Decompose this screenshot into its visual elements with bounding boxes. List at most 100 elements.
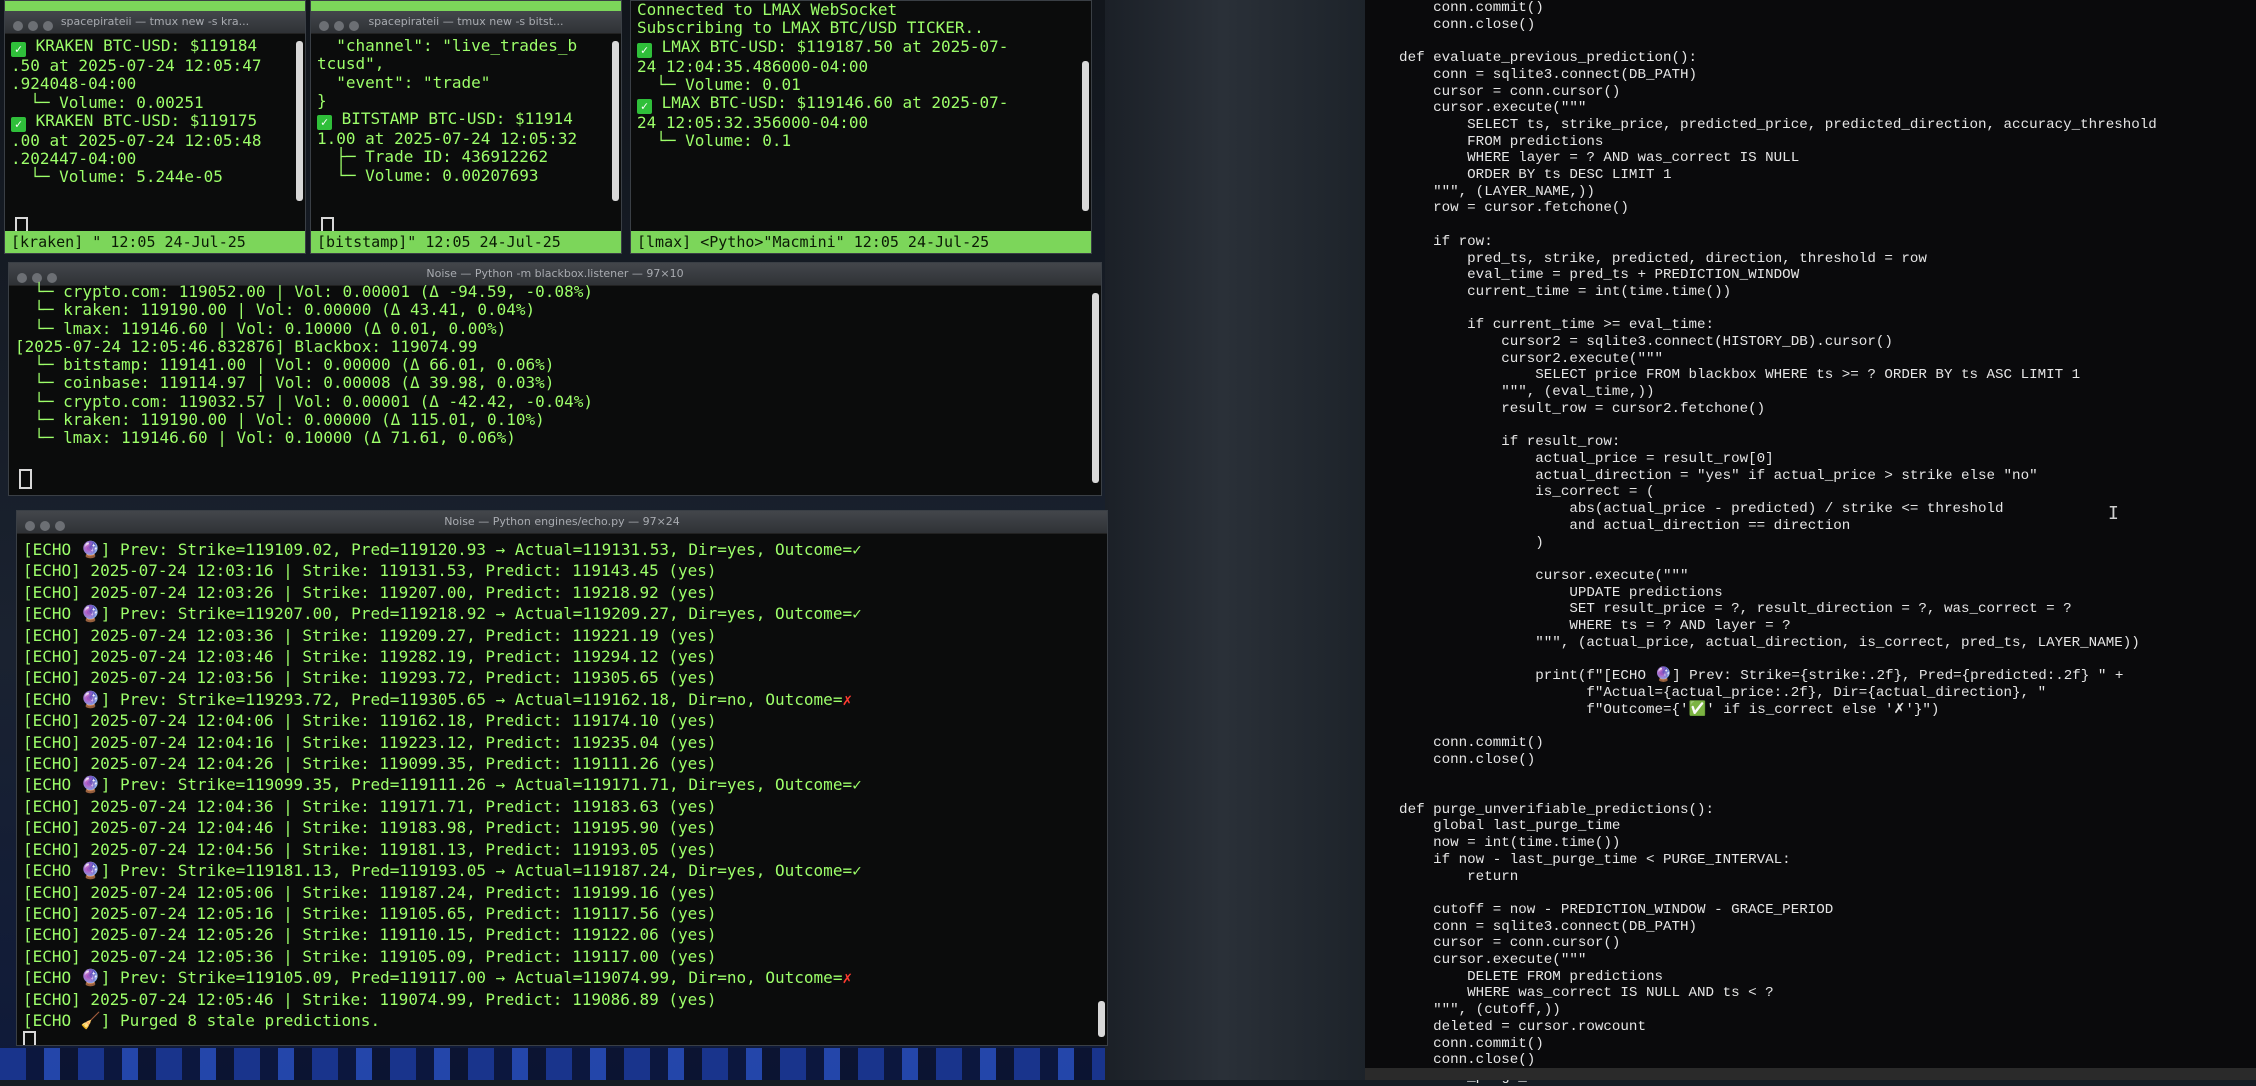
code-line: return [1365, 868, 1519, 885]
terminal-window-kraken[interactable]: spacepirateii — tmux new -s kra... ✓ KRA… [4, 0, 306, 254]
tmux-top-status-bar [5, 1, 305, 11]
code-line: conn.commit() [1365, 734, 1544, 751]
code-line: cutoff = now - PREDICTION_WINDOW - GRACE… [1365, 901, 1834, 918]
terminal-line: [ECHO] 2025-07-24 12:03:16 | Strike: 119… [23, 560, 1101, 581]
window-titlebar[interactable]: spacepirateii — tmux new -s bitst... [311, 11, 621, 34]
code-line: ) [1365, 534, 1544, 551]
check-icon: ✓ [11, 116, 26, 132]
code-line: cursor = conn.cursor() [1365, 935, 1621, 952]
terminal-line: ✓ LMAX BTC-USD: $119146.60 at 2025-07- [637, 94, 1085, 115]
terminal-line-text: [ECHO 🔮] Prev: Strike=119293.72, Pred=11… [23, 689, 843, 709]
code-line: deleted = cursor.rowcount [1365, 1018, 1646, 1035]
terminal-line: [ECHO] 2025-07-24 12:04:26 | Strike: 119… [23, 753, 1101, 774]
code-line: conn.close() [1365, 16, 1536, 33]
terminal-line: [ECHO] 2025-07-24 12:05:36 | Strike: 119… [23, 946, 1101, 967]
terminal-line-text: [ECHO] 2025-07-24 12:04:16 | Strike: 119… [23, 732, 717, 752]
terminal-line: "event": "trade" [317, 72, 615, 92]
terminal-line-text: 24 12:04:35.486000-04:00 [637, 56, 869, 76]
terminal-line: └─ lmax: 119146.60 | Vol: 0.10000 (Δ 0.0… [15, 318, 507, 338]
code-text[interactable]: conn.commit() conn.close() def evaluate_… [1365, 0, 2157, 1086]
code-line: cursor.execute(""" [1365, 567, 1689, 584]
window-titlebar[interactable]: Noise — Python engines/echo.py — 97×24 [17, 511, 1107, 534]
terminal-line-text: "event": "trade" [317, 72, 491, 92]
window-title: Noise — Python engines/echo.py — 97×24 [444, 515, 680, 528]
code-line: global last_purge_time [1365, 818, 1621, 835]
terminal-line-text: [ECHO] 2025-07-24 12:03:56 | Strike: 119… [23, 668, 717, 688]
terminal-line: ├─ Trade ID: 436912262 [317, 148, 615, 166]
editor-status-bar [1365, 1068, 2256, 1080]
terminal-window-blackbox[interactable]: Noise — Python -m blackbox.listener — 97… [8, 262, 1102, 496]
code-line: def evaluate_previous_prediction(): [1365, 50, 1698, 67]
scrollbar[interactable] [1082, 61, 1089, 211]
code-line: ORDER BY ts DESC LIMIT 1 [1365, 167, 1672, 184]
check-icon: ✓ [11, 42, 26, 57]
code-line: conn.close() [1365, 751, 1536, 768]
text-cursor-icon: I [2108, 503, 2119, 524]
terminal-output[interactable]: └─ crypto.com: 119052.00 | Vol: 0.00001 … [15, 282, 1095, 448]
code-editor[interactable]: conn.commit() conn.close() def evaluate_… [1365, 0, 2256, 1085]
terminal-line-text: 1.00 at 2025-07-24 12:05:32 [317, 129, 578, 149]
scrollbar[interactable] [612, 41, 619, 201]
traffic-lights[interactable] [319, 17, 364, 33]
terminal-line-text: LMAX BTC-USD: $119187.50 at 2025-07- [652, 36, 1009, 56]
code-line: cursor2 = sqlite3.connect(HISTORY_DB).cu… [1365, 334, 1893, 351]
terminal-line-text: BITSTAMP BTC-USD: $11914 [332, 109, 573, 129]
terminal-line-text: [ECHO 🔮] Prev: Strike=119181.13, Pred=11… [23, 861, 853, 881]
code-line: pred_ts, strike, predicted, direction, t… [1365, 250, 1927, 267]
check-icon: ✓ [852, 540, 862, 559]
scrollbar[interactable] [1098, 1001, 1105, 1037]
terminal-line: [ECHO] 2025-07-24 12:05:26 | Strike: 119… [23, 924, 1101, 945]
tmux-status-bar: [bitstamp]" 12:05 24-Jul-25 [311, 231, 621, 253]
tmux-top-status-bar [311, 1, 621, 11]
code-line: SET result_price = ?, result_direction =… [1365, 601, 2072, 618]
terminal-line: └─ Volume: 0.00251 [11, 93, 299, 112]
terminal-line-text: [ECHO] 2025-07-24 12:03:36 | Strike: 119… [23, 625, 717, 645]
terminal-line-text: KRAKEN BTC-USD: $119184 [26, 36, 258, 55]
terminal-line: [ECHO 🔮] Prev: Strike=119293.72, Pred=11… [23, 689, 1101, 710]
terminal-line: Subscribing to LMAX BTC/USD TICKER.. [637, 19, 1085, 37]
terminal-line-text: } [317, 90, 327, 110]
terminal-output[interactable]: [ECHO 🔮] Prev: Strike=119109.02, Pred=11… [23, 539, 1101, 1045]
terminal-output[interactable]: ✓ KRAKEN BTC-USD: $119184.50 at 2025-07-… [11, 36, 299, 187]
terminal-line-text: [ECHO] 2025-07-24 12:03:46 | Strike: 119… [23, 647, 717, 667]
scrollbar[interactable] [1092, 293, 1099, 483]
terminal-line: └─ Volume: 5.244e-05 [11, 168, 299, 186]
check-icon: ✓ [637, 99, 652, 115]
terminal-line: } [317, 90, 615, 110]
tmux-status-bar: [lmax] <Pytho>"Macmini" 12:05 24-Jul-25 [631, 231, 1091, 253]
terminal-line: └─ kraken: 119190.00 | Vol: 0.00000 (Δ 4… [15, 300, 536, 320]
terminal-line: [ECHO 🧹] Purged 8 stale predictions. [23, 1010, 1101, 1031]
terminal-line: [ECHO 🔮] Prev: Strike=119181.13, Pred=11… [23, 860, 1101, 881]
terminal-line-text: [ECHO 🔮] Prev: Strike=119109.02, Pred=11… [23, 540, 853, 559]
window-titlebar[interactable]: spacepirateii — tmux new -s kra... [5, 11, 305, 34]
terminal-line: [ECHO] 2025-07-24 12:04:16 | Strike: 119… [23, 732, 1101, 753]
traffic-lights[interactable] [25, 517, 70, 533]
code-line: f"Actual={actual_price:.2f}, Dir={actual… [1365, 684, 2047, 701]
scrollbar[interactable] [296, 41, 303, 201]
terminal-window-bitstamp[interactable]: spacepirateii — tmux new -s bitst... "ch… [310, 0, 622, 254]
code-line: if now - last_purge_time < PURGE_INTERVA… [1365, 851, 1791, 868]
code-line: """, (LAYER_NAME,)) [1365, 183, 1595, 200]
terminal-window-echo[interactable]: Noise — Python engines/echo.py — 97×24 [… [16, 510, 1108, 1046]
terminal-line: └─ bitstamp: 119141.00 | Vol: 0.00000 (Δ… [15, 355, 555, 375]
terminal-output[interactable]: Connected to LMAX WebSocket Subscribing t… [637, 1, 1085, 151]
terminal-line-text: [ECHO] 2025-07-24 12:05:36 | Strike: 119… [23, 946, 717, 966]
cursor [19, 469, 32, 489]
window-title: spacepirateii — tmux new -s kra... [60, 15, 250, 28]
terminal-line: .00 at 2025-07-24 12:05:48 [11, 131, 299, 150]
window-title: Noise — Python -m blackbox.listener — 97… [426, 267, 684, 280]
code-line: now = int(time.time()) [1365, 835, 1621, 852]
terminal-window-lmax[interactable]: Connected to LMAX WebSocket Subscribing t… [630, 0, 1092, 254]
terminal-output[interactable]: "channel": "live_trades_b tcusd", "event"… [317, 36, 615, 185]
terminal-line: .50 at 2025-07-24 12:05:47 [11, 56, 299, 75]
check-icon: ✓ [852, 775, 862, 795]
traffic-lights[interactable] [13, 17, 58, 33]
code-line: if current_time >= eval_time: [1365, 317, 1715, 334]
code-line: conn.commit() [1365, 1035, 1544, 1052]
